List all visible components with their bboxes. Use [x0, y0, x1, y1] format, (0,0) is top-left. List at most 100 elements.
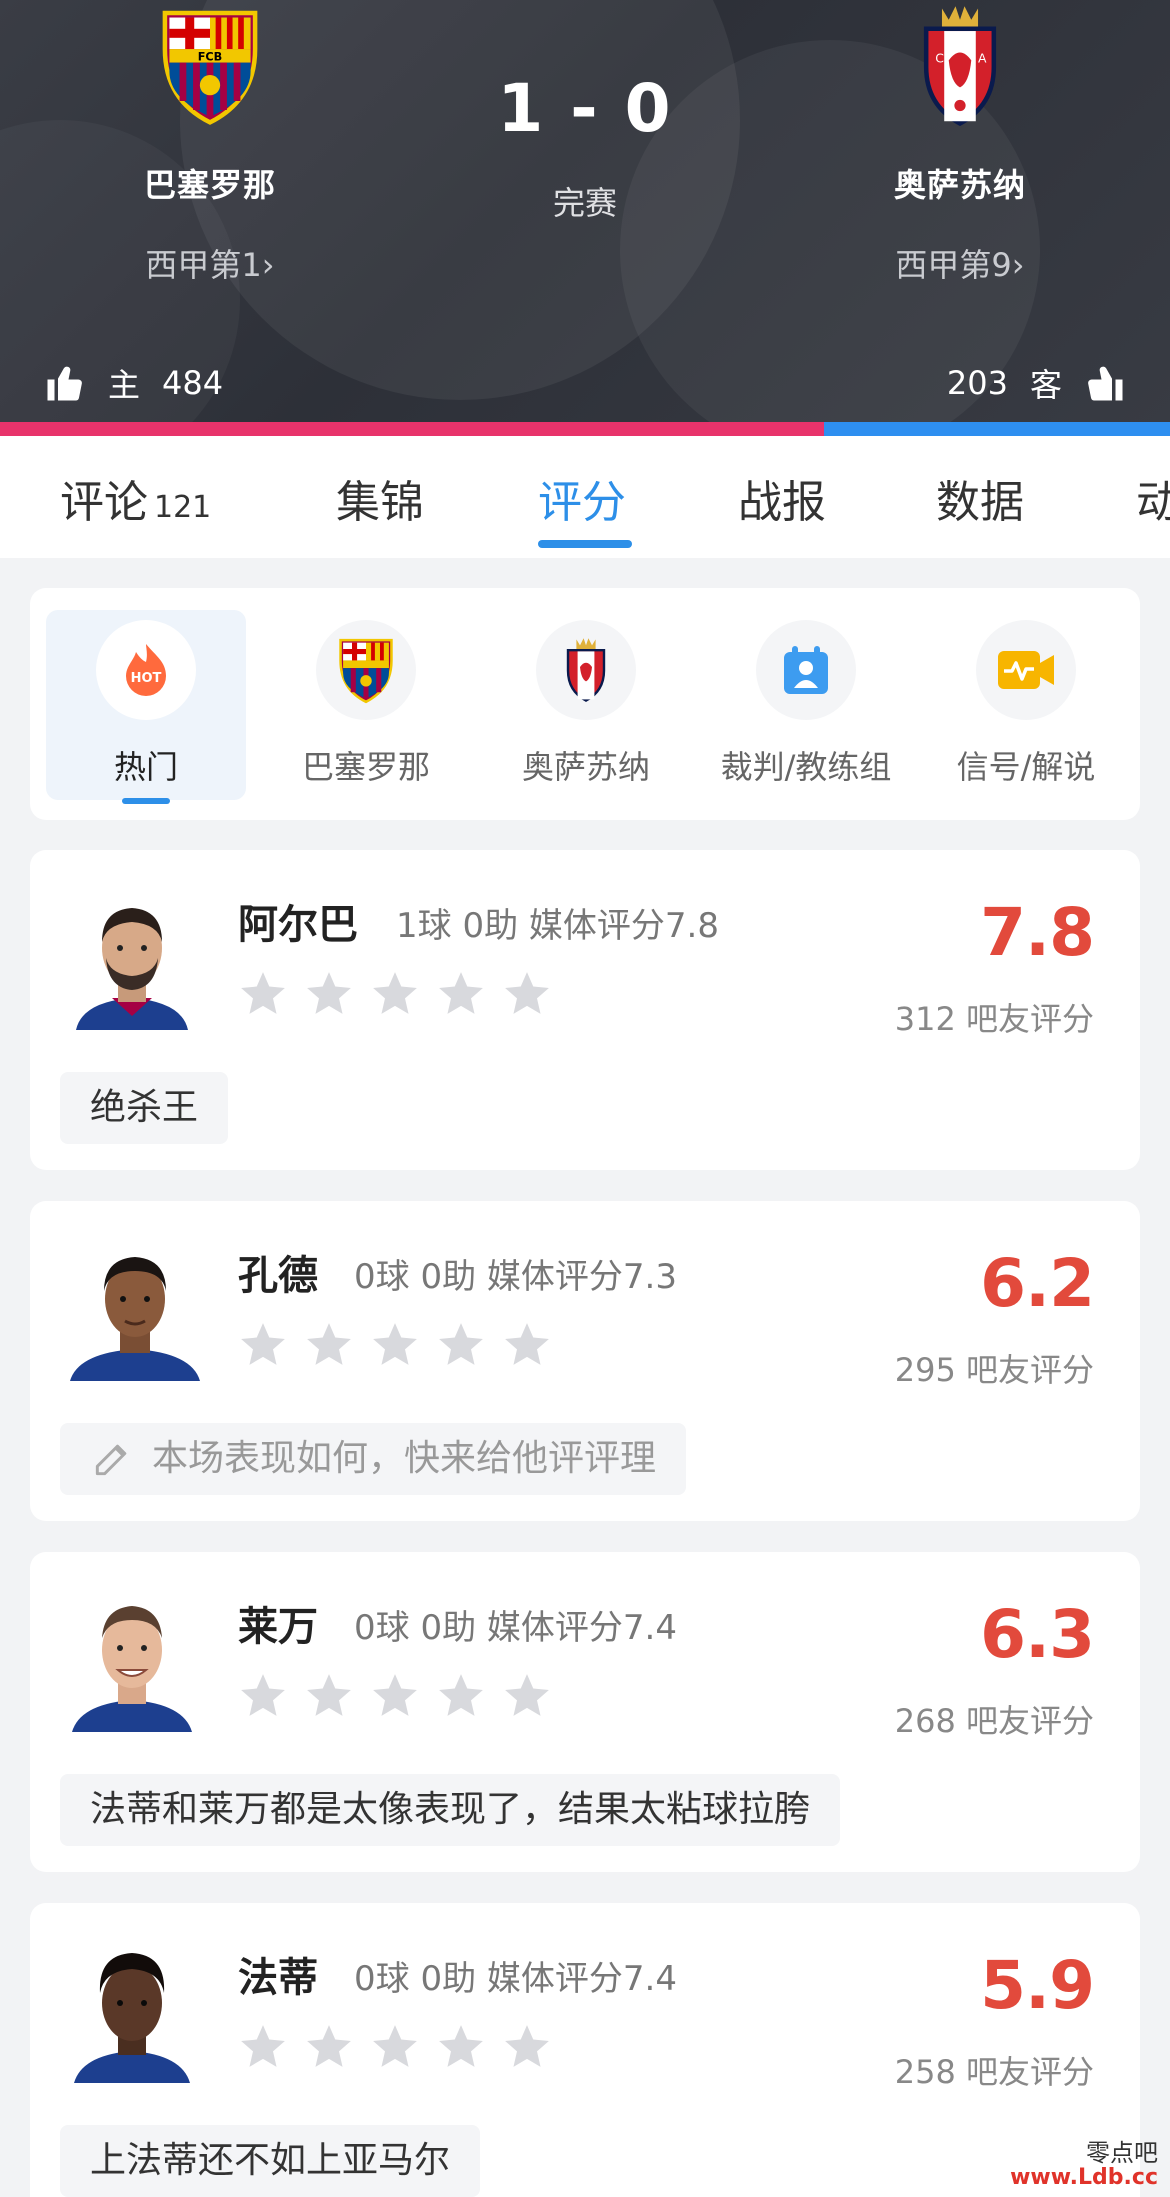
player-vote-count: 258 吧友评分: [894, 2053, 1094, 2091]
star-icon[interactable]: [370, 1670, 420, 1720]
home-team-name: 巴塞罗那: [143, 166, 276, 204]
home-like-button[interactable]: 主 484: [44, 360, 223, 406]
watermark-line1: 零点吧: [1086, 2139, 1158, 2167]
tab-dynamics[interactable]: 动: [1136, 466, 1170, 530]
tab-comments-label: 评论: [60, 477, 148, 528]
broadcast-icon: [998, 651, 1054, 689]
osasuna-icon-wrap: [536, 620, 636, 720]
referee-icon: [784, 646, 828, 694]
comment-prompt-input[interactable]: 本场表现如何，快来给他评评理: [60, 1423, 687, 1495]
star-icon[interactable]: [436, 968, 486, 1018]
star-icon[interactable]: [238, 2021, 288, 2071]
player-vote-count: 268 吧友评分: [894, 1702, 1094, 1740]
player-stats: 0球 0助 媒体评分7.3: [354, 1257, 677, 1297]
star-icon[interactable]: [304, 1670, 354, 1720]
tab-data[interactable]: 数据: [936, 466, 1024, 530]
player-name: 莱万: [238, 1604, 318, 1650]
star-icon[interactable]: [304, 968, 354, 1018]
away-team-name: 奥萨苏纳: [893, 166, 1026, 204]
player-card[interactable]: 阿尔巴 1球 0助 媒体评分7.8 7.8 312 吧友评分 绝杀王: [30, 850, 1140, 1170]
player-vote-count: 295 吧友评分: [894, 1351, 1094, 1389]
home-side-label: 主: [108, 366, 141, 404]
tab-ratings[interactable]: 评分: [538, 466, 626, 530]
chevron-right-icon: ›: [1011, 246, 1025, 284]
player-card[interactable]: 莱万 0球 0助 媒体评分7.4 6.3 268 吧友评分 法蒂和莱万都是太像表…: [30, 1552, 1140, 1872]
top-comment[interactable]: 上法蒂还不如上亚马尔: [60, 2125, 481, 2197]
player-name: 法蒂: [238, 1955, 318, 2001]
filter-referee[interactable]: 裁判/教练组: [706, 610, 906, 800]
star-icon[interactable]: [370, 2021, 420, 2071]
player-avatar: [62, 890, 202, 1030]
svg-text:C: C: [935, 51, 944, 66]
rating-stars[interactable]: [238, 1319, 568, 1369]
star-icon[interactable]: [238, 968, 288, 1018]
hot-icon-wrap: HOT: [96, 620, 196, 720]
star-icon[interactable]: [370, 1319, 420, 1369]
player-rating: 5.9: [980, 1947, 1095, 2024]
away-like-count: 203: [946, 364, 1008, 402]
osasuna-crest-icon: C A: [923, 6, 997, 127]
barcelona-crest-icon: FCB: [162, 10, 258, 125]
player-stats: 1球 0助 媒体评分7.8: [396, 906, 719, 946]
match-status: 完赛: [552, 184, 617, 222]
chevron-right-icon: ›: [261, 246, 275, 284]
player-name: 阿尔巴: [238, 902, 358, 948]
star-icon[interactable]: [370, 968, 420, 1018]
watermark-line2: www.Ldb.cc: [1010, 2165, 1158, 2191]
tab-highlights[interactable]: 集锦: [336, 466, 424, 530]
star-icon[interactable]: [502, 1670, 552, 1720]
home-team-rank[interactable]: 西甲第1›: [60, 240, 360, 286]
rating-filter: HOT 热门 巴塞罗那 奥萨苏纳 裁判/教练组 信号/解说: [30, 588, 1140, 820]
rating-stars[interactable]: [238, 968, 568, 1018]
home-team[interactable]: FCB 巴塞罗那 西甲第1›: [60, 0, 360, 286]
barcelona-icon-wrap: [316, 620, 416, 720]
player-rating: 6.3: [980, 1596, 1095, 1673]
star-icon[interactable]: [238, 1670, 288, 1720]
tab-report[interactable]: 战报: [738, 466, 826, 530]
player-card[interactable]: 孔德 0球 0助 媒体评分7.3 6.2 295 吧友评分 本场表现如何，快来给…: [30, 1201, 1140, 1521]
rating-stars[interactable]: [238, 1670, 568, 1720]
star-icon[interactable]: [502, 968, 552, 1018]
away-team[interactable]: C A 奥萨苏纳 西甲第9›: [810, 0, 1110, 286]
star-icon[interactable]: [436, 1670, 486, 1720]
hot-icon: HOT: [126, 644, 166, 696]
top-comment[interactable]: 绝杀王: [60, 1072, 229, 1144]
star-icon[interactable]: [502, 1319, 552, 1369]
match-score: 1 - 0: [497, 70, 673, 147]
away-team-rank[interactable]: 西甲第9›: [810, 240, 1110, 286]
rating-stars[interactable]: [238, 2021, 568, 2071]
player-rating: 6.2: [980, 1245, 1095, 1322]
player-avatar: [62, 1592, 202, 1732]
filter-broadcast[interactable]: 信号/解说: [926, 610, 1126, 800]
star-icon[interactable]: [502, 2021, 552, 2071]
tab-bar: 评论 121 集锦 评分 战报 数据 动: [0, 436, 1170, 558]
support-bar: [0, 422, 1170, 436]
filter-osasuna-label: 奥萨苏纳: [521, 748, 650, 786]
filter-broadcast-label: 信号/解说: [956, 748, 1096, 786]
star-icon[interactable]: [436, 1319, 486, 1369]
filter-referee-label: 裁判/教练组: [720, 748, 892, 786]
filter-hot[interactable]: HOT 热门: [46, 610, 246, 804]
tab-comments[interactable]: 评论 121: [60, 466, 211, 530]
away-like-button[interactable]: 203 客: [947, 360, 1126, 406]
player-stats: 0球 0助 媒体评分7.4: [354, 1608, 677, 1648]
star-icon[interactable]: [304, 1319, 354, 1369]
home-support-bar: [0, 422, 824, 436]
player-name: 孔德: [238, 1253, 318, 1299]
pencil-icon: [95, 1444, 127, 1476]
broadcast-icon-wrap: [976, 620, 1076, 720]
thumbs-up-icon: [47, 366, 82, 401]
player-avatar: [62, 1241, 202, 1381]
star-icon[interactable]: [304, 2021, 354, 2071]
star-icon[interactable]: [238, 1319, 288, 1369]
filter-barcelona[interactable]: 巴塞罗那: [266, 610, 466, 800]
star-icon[interactable]: [436, 2021, 486, 2071]
away-support-bar: [823, 422, 1170, 436]
home-rank-text: 西甲第1: [145, 246, 262, 284]
player-card[interactable]: 法蒂 0球 0助 媒体评分7.4 5.9 258 吧友评分 上法蒂还不如上亚马尔: [30, 1903, 1140, 2197]
filter-osasuna[interactable]: 奥萨苏纳: [486, 610, 686, 800]
away-rank-text: 西甲第9: [895, 246, 1012, 284]
top-comment[interactable]: 法蒂和莱万都是太像表现了，结果太粘球拉胯: [60, 1774, 841, 1846]
osasuna-crest-icon: [566, 638, 606, 702]
away-side-label: 客: [1029, 366, 1062, 404]
